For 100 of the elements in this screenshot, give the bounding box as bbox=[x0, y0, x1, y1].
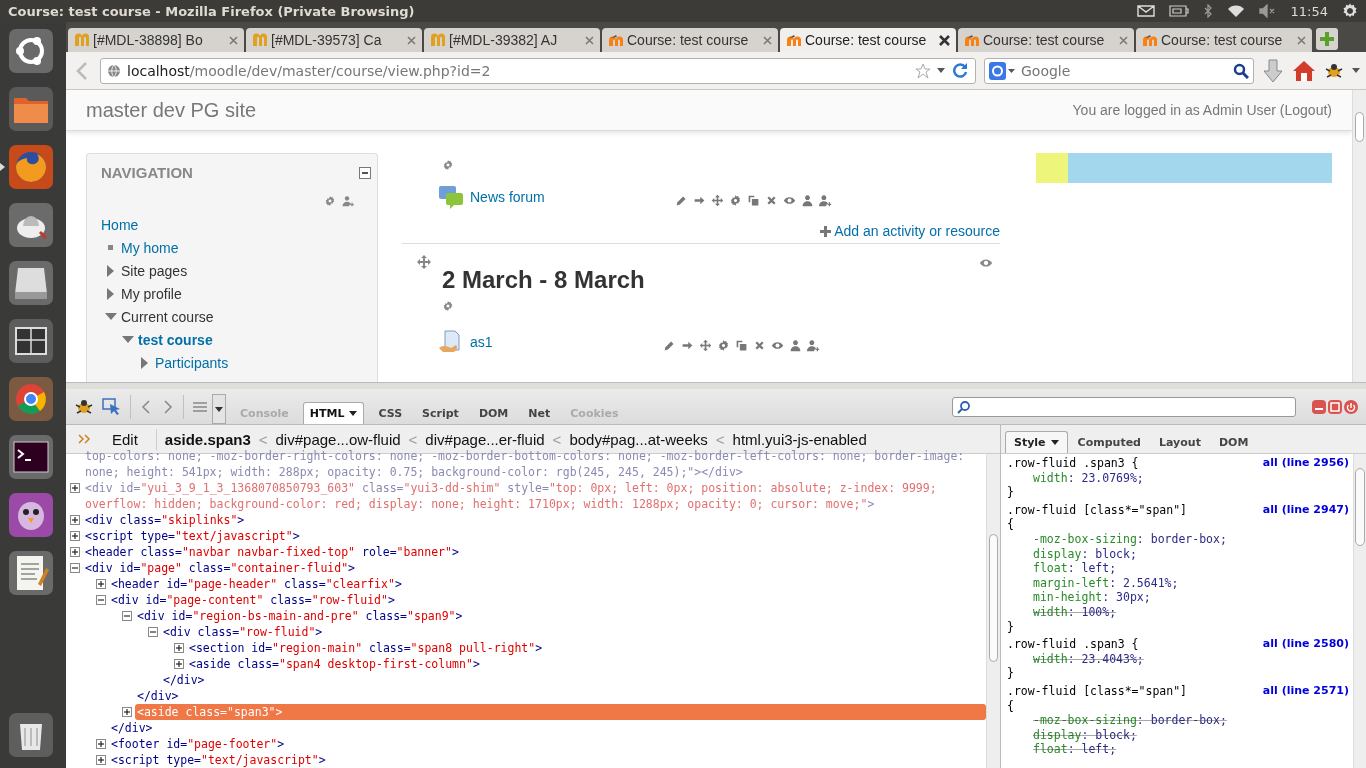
home-icon[interactable] bbox=[1292, 59, 1316, 82]
close-tab-icon[interactable] bbox=[939, 34, 950, 46]
expand-node-icon[interactable] bbox=[122, 707, 132, 717]
site-name[interactable]: master dev PG site bbox=[86, 98, 257, 122]
minimize-icon[interactable] bbox=[1312, 399, 1326, 414]
dropdown-caret-icon[interactable] bbox=[212, 394, 226, 424]
search-icon[interactable] bbox=[1233, 62, 1249, 79]
html-node[interactable]: <aside class="span4 desktop-first-column"> bbox=[187, 656, 986, 672]
copy-icon[interactable] bbox=[747, 193, 760, 207]
edit-button[interactable]: Edit bbox=[100, 428, 157, 450]
html-node[interactable]: <div id="region-bs-main-and-pre" class="span9"> bbox=[135, 608, 986, 624]
mail-icon[interactable] bbox=[1136, 5, 1155, 17]
move-icon[interactable] bbox=[699, 338, 712, 352]
html-node[interactable]: <div id="page" class="container-fluid"> bbox=[83, 560, 986, 576]
panel-tab[interactable]: Net bbox=[522, 403, 557, 424]
css-property[interactable]: width: 23.0769%; bbox=[1007, 470, 1353, 486]
bluetooth-icon[interactable] bbox=[1202, 4, 1213, 18]
browser-tab[interactable]: [#MDL-39382] AJ bbox=[424, 28, 600, 52]
expand-node-icon[interactable] bbox=[96, 579, 106, 589]
browser-tab[interactable]: [#MDL-39573] Ca bbox=[246, 28, 422, 52]
back-chevron-icon[interactable] bbox=[139, 398, 153, 415]
browser-tab[interactable]: Course: test course bbox=[602, 28, 778, 52]
gear-icon[interactable] bbox=[442, 300, 454, 312]
star-icon[interactable] bbox=[915, 62, 931, 79]
collapse-node-icon[interactable] bbox=[70, 563, 80, 573]
person-plus-icon[interactable] bbox=[819, 193, 832, 207]
side-panel-tab[interactable]: DOM bbox=[1210, 432, 1257, 453]
search-input[interactable]: Google bbox=[1019, 61, 1229, 80]
expand-node-icon[interactable] bbox=[96, 755, 106, 765]
panel-tab[interactable]: Script bbox=[416, 403, 465, 424]
css-property[interactable]: -moz-box-sizing: border-box; bbox=[1007, 531, 1353, 547]
panel-tab[interactable]: CSS bbox=[372, 403, 409, 424]
expand-node-icon[interactable] bbox=[96, 739, 106, 749]
menu-caret-icon[interactable] bbox=[1352, 67, 1360, 74]
breadcrumb-item[interactable]: html.yui3-js-enabled bbox=[732, 430, 867, 448]
expand-node-icon[interactable] bbox=[70, 547, 80, 557]
css-property[interactable]: margin-left: 2.5641%; bbox=[1007, 575, 1353, 591]
gear-icon[interactable] bbox=[717, 338, 730, 352]
expand-node-icon[interactable] bbox=[70, 515, 80, 525]
close-icon[interactable] bbox=[1344, 399, 1358, 414]
battery-icon[interactable] bbox=[1168, 5, 1189, 17]
css-property[interactable]: display: block; bbox=[1007, 546, 1353, 562]
person-plus-icon[interactable] bbox=[342, 195, 355, 207]
html-node[interactable]: <div id="page-content" class="row-fluid"> bbox=[109, 592, 986, 608]
side-panel-tab[interactable]: Layout bbox=[1151, 432, 1209, 453]
restore-icon[interactable] bbox=[1328, 399, 1342, 414]
css-property[interactable]: -moz-box-sizing: border-box; bbox=[1007, 713, 1353, 728]
html-node[interactable]: <div class="row-fluid"> bbox=[161, 624, 986, 640]
css-property[interactable]: width: 23.4043%; bbox=[1007, 651, 1353, 667]
browser-tab[interactable]: Course: test course bbox=[958, 28, 1134, 52]
expand-node-icon[interactable] bbox=[174, 659, 184, 669]
css-property[interactable]: width: 100%; bbox=[1007, 604, 1353, 620]
css-property[interactable]: float: left; bbox=[1007, 561, 1353, 576]
browser-globe-icon[interactable] bbox=[8, 144, 54, 190]
navigation-item[interactable]: My home bbox=[121, 239, 179, 256]
workspace-switcher-icon[interactable] bbox=[8, 318, 54, 364]
wifi-icon[interactable] bbox=[1226, 4, 1245, 18]
expand-node-icon[interactable] bbox=[70, 483, 80, 493]
volume-icon[interactable] bbox=[1258, 4, 1277, 18]
disk-drive-icon[interactable] bbox=[8, 260, 54, 306]
address-field[interactable]: localhost/moodle/dev/master/course/view.php?id=2 bbox=[100, 57, 976, 84]
panel-tab[interactable]: DOM bbox=[472, 403, 515, 424]
folder-icon[interactable] bbox=[8, 86, 54, 132]
browser-tab[interactable]: Course: test course bbox=[780, 28, 956, 52]
search-engine-icon[interactable] bbox=[989, 61, 1015, 80]
navigation-item[interactable]: Site pages bbox=[121, 262, 188, 279]
clock[interactable]: 11:54 bbox=[1290, 3, 1328, 19]
panel-tab[interactable]: HTML bbox=[302, 402, 365, 424]
inspect-pointer-icon[interactable] bbox=[102, 397, 122, 416]
css-property[interactable]: min-height: 30px; bbox=[1007, 590, 1353, 605]
search-box[interactable]: Google bbox=[984, 57, 1254, 84]
navigation-item[interactable]: Current course bbox=[121, 308, 214, 325]
activity-link[interactable]: News forum bbox=[470, 189, 545, 205]
html-node[interactable]: </div> bbox=[161, 672, 986, 688]
expand-panel-icon[interactable] bbox=[78, 433, 92, 445]
gear-icon[interactable] bbox=[442, 159, 454, 171]
dropdown-caret-icon[interactable] bbox=[937, 67, 945, 74]
ubuntu-logo-icon[interactable] bbox=[8, 28, 54, 74]
settings-icon[interactable] bbox=[1342, 3, 1358, 19]
chat-bird-icon[interactable] bbox=[8, 492, 54, 538]
panel-scrollbar[interactable] bbox=[1353, 454, 1366, 768]
navigation-item[interactable]: Participants bbox=[155, 354, 229, 371]
source-link[interactable]: all (line 2580) bbox=[1262, 637, 1349, 652]
side-panel-tab[interactable]: Computed bbox=[1069, 432, 1149, 453]
collapse-node-icon[interactable] bbox=[148, 627, 158, 637]
terminal-icon[interactable] bbox=[8, 434, 54, 480]
css-property[interactable]: float: left; bbox=[1007, 742, 1353, 757]
breadcrumb-item[interactable]: div#page...ow-fluid bbox=[275, 430, 401, 448]
person-plus-icon[interactable] bbox=[807, 338, 820, 352]
collapse-block-icon[interactable] bbox=[359, 166, 371, 179]
html-node[interactable]: <footer id="page-footer"> bbox=[109, 736, 986, 752]
html-node[interactable]: <section id="region-main" class="span8 pull-right"> bbox=[187, 640, 986, 656]
bug-icon[interactable] bbox=[1324, 61, 1344, 80]
person-icon[interactable] bbox=[789, 338, 802, 352]
browser-tab[interactable]: Course: test course bbox=[1136, 28, 1312, 52]
activity-link[interactable]: as1 bbox=[470, 334, 493, 350]
move-icon[interactable] bbox=[416, 254, 432, 270]
breadcrumb-item[interactable]: body#pag...at-weeks bbox=[569, 430, 708, 448]
chrome-browser-icon[interactable] bbox=[8, 376, 54, 422]
expand-node-icon[interactable] bbox=[70, 531, 80, 541]
